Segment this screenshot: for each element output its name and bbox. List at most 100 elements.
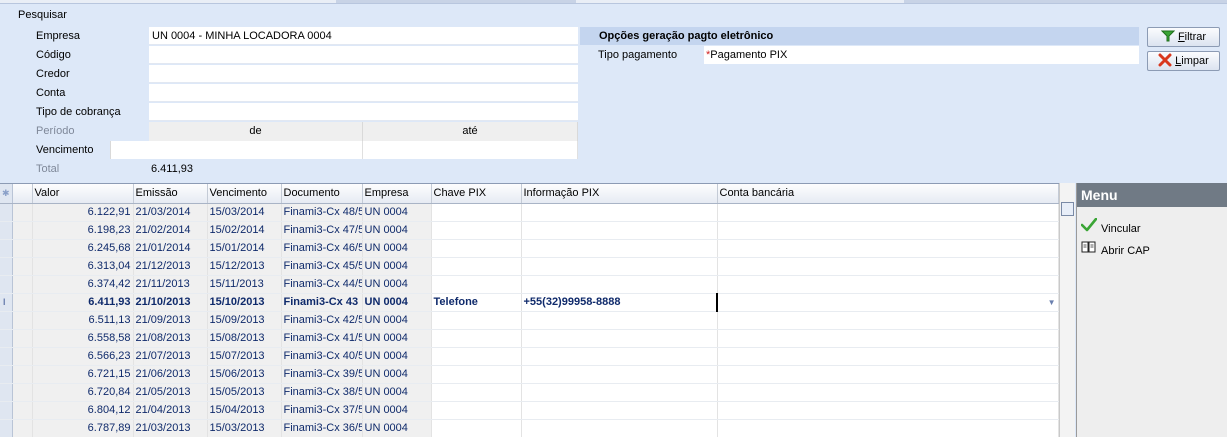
menu-item-vincular[interactable]: Vincular	[1077, 217, 1227, 240]
cell-conta-bancaria[interactable]	[717, 347, 1059, 366]
cell-chave-pix[interactable]	[431, 401, 522, 420]
cell-informacao-pix[interactable]	[521, 383, 718, 402]
cell-empresa: UN 0004	[362, 275, 432, 294]
cell-chave-pix[interactable]	[431, 347, 522, 366]
cell-empresa: UN 0004	[362, 383, 432, 402]
cell-chave-pix[interactable]	[431, 203, 522, 222]
row-indicator[interactable]	[0, 257, 13, 276]
limpar-button[interactable]: Limpar	[1147, 51, 1220, 71]
column-header-conta-bancaria[interactable]: Conta bancária	[717, 184, 1059, 204]
cell-documento: Finami3-Cx 43	[281, 293, 363, 312]
row-indicator[interactable]	[0, 275, 13, 294]
cell-vencimento: 15/07/2013	[207, 347, 282, 366]
chevron-down-icon[interactable]: ▼	[1048, 298, 1056, 307]
cell-chave-pix[interactable]	[431, 311, 522, 330]
column-header-empresa[interactable]: Empresa	[362, 184, 432, 204]
row-indicator[interactable]	[0, 221, 13, 240]
table-row[interactable]: 6.720,84 21/05/2013 15/05/2013 Finami3-Cx 3…	[0, 383, 1059, 402]
cell-conta-bancaria[interactable]	[717, 221, 1059, 240]
row-indicator[interactable]	[0, 239, 13, 258]
cell-informacao-pix[interactable]	[521, 203, 718, 222]
menu-item-abrir-cap[interactable]: Abrir CAP	[1077, 240, 1227, 262]
row-indicator[interactable]	[0, 203, 13, 222]
vencimento-ate-field[interactable]	[363, 141, 578, 159]
cell-chave-pix[interactable]	[431, 257, 522, 276]
cell-conta-bancaria[interactable]	[717, 257, 1059, 276]
column-header-chave-pix[interactable]: Chave PIX	[431, 184, 522, 204]
table-row[interactable]: 6.511,13 21/09/2013 15/09/2013 Finami3-Cx 4…	[0, 311, 1059, 330]
cell-informacao-pix[interactable]	[521, 347, 718, 366]
table-row[interactable]: I 6.411,93 21/10/2013 15/10/2013 Finami3-Cx …	[0, 293, 1059, 312]
cell-conta-bancaria[interactable]: ▼	[716, 293, 1059, 312]
cell-vencimento: 15/03/2014	[207, 203, 282, 222]
cell-conta-bancaria[interactable]	[717, 329, 1059, 348]
tipo-pagamento-field[interactable]: *Pagamento PIX	[704, 46, 1139, 64]
table-row[interactable]: 6.245,68 21/01/2014 15/01/2014 Finami3-Cx 4…	[0, 239, 1059, 258]
table-row[interactable]: 6.198,23 21/02/2014 15/02/2014 Finami3-Cx 4…	[0, 221, 1059, 240]
credor-field[interactable]	[149, 65, 578, 83]
column-header-documento[interactable]: Documento	[281, 184, 363, 204]
cell-chave-pix[interactable]: Telefone	[431, 293, 522, 312]
cell-conta-bancaria[interactable]	[717, 239, 1059, 258]
cell-informacao-pix[interactable]	[521, 419, 718, 437]
cell-chave-pix[interactable]	[431, 419, 522, 437]
grid-vertical-scrollbar[interactable]	[1059, 183, 1075, 437]
cell-empresa: UN 0004	[362, 221, 432, 240]
cell-emissao: 21/05/2013	[133, 383, 208, 402]
row-indicator[interactable]	[0, 401, 13, 420]
scrollbar-thumb[interactable]	[1061, 202, 1074, 216]
cell-conta-bancaria[interactable]	[717, 383, 1059, 402]
cell-conta-bancaria[interactable]	[717, 275, 1059, 294]
column-header-emissao[interactable]: Emissão	[133, 184, 208, 204]
table-row[interactable]: 6.566,23 21/07/2013 15/07/2013 Finami3-Cx 4…	[0, 347, 1059, 366]
column-header-valor[interactable]: Valor	[32, 184, 134, 204]
cell-chave-pix[interactable]	[431, 239, 522, 258]
cell-conta-bancaria[interactable]	[717, 203, 1059, 222]
cell-informacao-pix[interactable]	[521, 401, 718, 420]
cell-chave-pix[interactable]	[431, 329, 522, 348]
results-grid[interactable]: ✱ Valor Emissão Vencimento Documento Emp…	[0, 183, 1059, 437]
cell-informacao-pix[interactable]	[521, 365, 718, 384]
cell-vencimento: 15/08/2013	[207, 329, 282, 348]
cell-informacao-pix[interactable]	[521, 275, 718, 294]
row-indicator[interactable]	[0, 347, 13, 366]
cell-conta-bancaria[interactable]	[717, 419, 1059, 437]
vencimento-de-field[interactable]	[149, 141, 363, 159]
table-row[interactable]: 6.721,15 21/06/2013 15/06/2013 Finami3-Cx 3…	[0, 365, 1059, 384]
cell-informacao-pix[interactable]	[521, 311, 718, 330]
column-header-vencimento[interactable]: Vencimento	[207, 184, 282, 204]
row-indicator[interactable]: I	[0, 293, 13, 312]
row-spacer-cell	[12, 257, 33, 276]
conta-field[interactable]	[149, 84, 578, 102]
table-row[interactable]: 6.787,89 21/03/2013 15/03/2013 Finami3-Cx 3…	[0, 419, 1059, 437]
empresa-field[interactable]: UN 0004 - MINHA LOCADORA 0004	[149, 27, 578, 45]
row-indicator[interactable]	[0, 365, 13, 384]
cell-informacao-pix[interactable]	[521, 257, 718, 276]
cell-chave-pix[interactable]	[431, 221, 522, 240]
cell-informacao-pix[interactable]	[521, 329, 718, 348]
cell-chave-pix[interactable]	[431, 275, 522, 294]
cell-conta-bancaria[interactable]	[717, 311, 1059, 330]
cell-informacao-pix[interactable]	[521, 239, 718, 258]
table-row[interactable]: 6.122,91 21/03/2014 15/03/2014 Finami3-Cx 4…	[0, 203, 1059, 222]
grid-corner[interactable]: ✱	[0, 184, 13, 204]
table-row[interactable]: 6.804,12 21/04/2013 15/04/2013 Finami3-Cx 3…	[0, 401, 1059, 420]
table-row[interactable]: 6.374,42 21/11/2013 15/11/2013 Finami3-Cx 4…	[0, 275, 1059, 294]
cell-chave-pix[interactable]	[431, 365, 522, 384]
cell-chave-pix[interactable]	[431, 383, 522, 402]
cell-informacao-pix[interactable]: +55(32)99958-8888	[521, 293, 718, 312]
row-indicator[interactable]	[0, 419, 13, 437]
cell-conta-bancaria[interactable]	[717, 401, 1059, 420]
column-header-informacao-pix[interactable]: Informação PIX	[521, 184, 718, 204]
row-indicator[interactable]	[0, 329, 13, 348]
top-strip	[0, 0, 1227, 4]
row-indicator[interactable]	[0, 311, 13, 330]
table-row[interactable]: 6.313,04 21/12/2013 15/12/2013 Finami3-Cx 4…	[0, 257, 1059, 276]
cell-conta-bancaria[interactable]	[717, 365, 1059, 384]
codigo-field[interactable]	[149, 46, 578, 64]
filtrar-button[interactable]: Filtrar	[1147, 27, 1220, 47]
cell-informacao-pix[interactable]	[521, 221, 718, 240]
table-row[interactable]: 6.558,58 21/08/2013 15/08/2013 Finami3-Cx 4…	[0, 329, 1059, 348]
tipo-cobranca-field[interactable]	[149, 103, 578, 121]
row-indicator[interactable]	[0, 383, 13, 402]
